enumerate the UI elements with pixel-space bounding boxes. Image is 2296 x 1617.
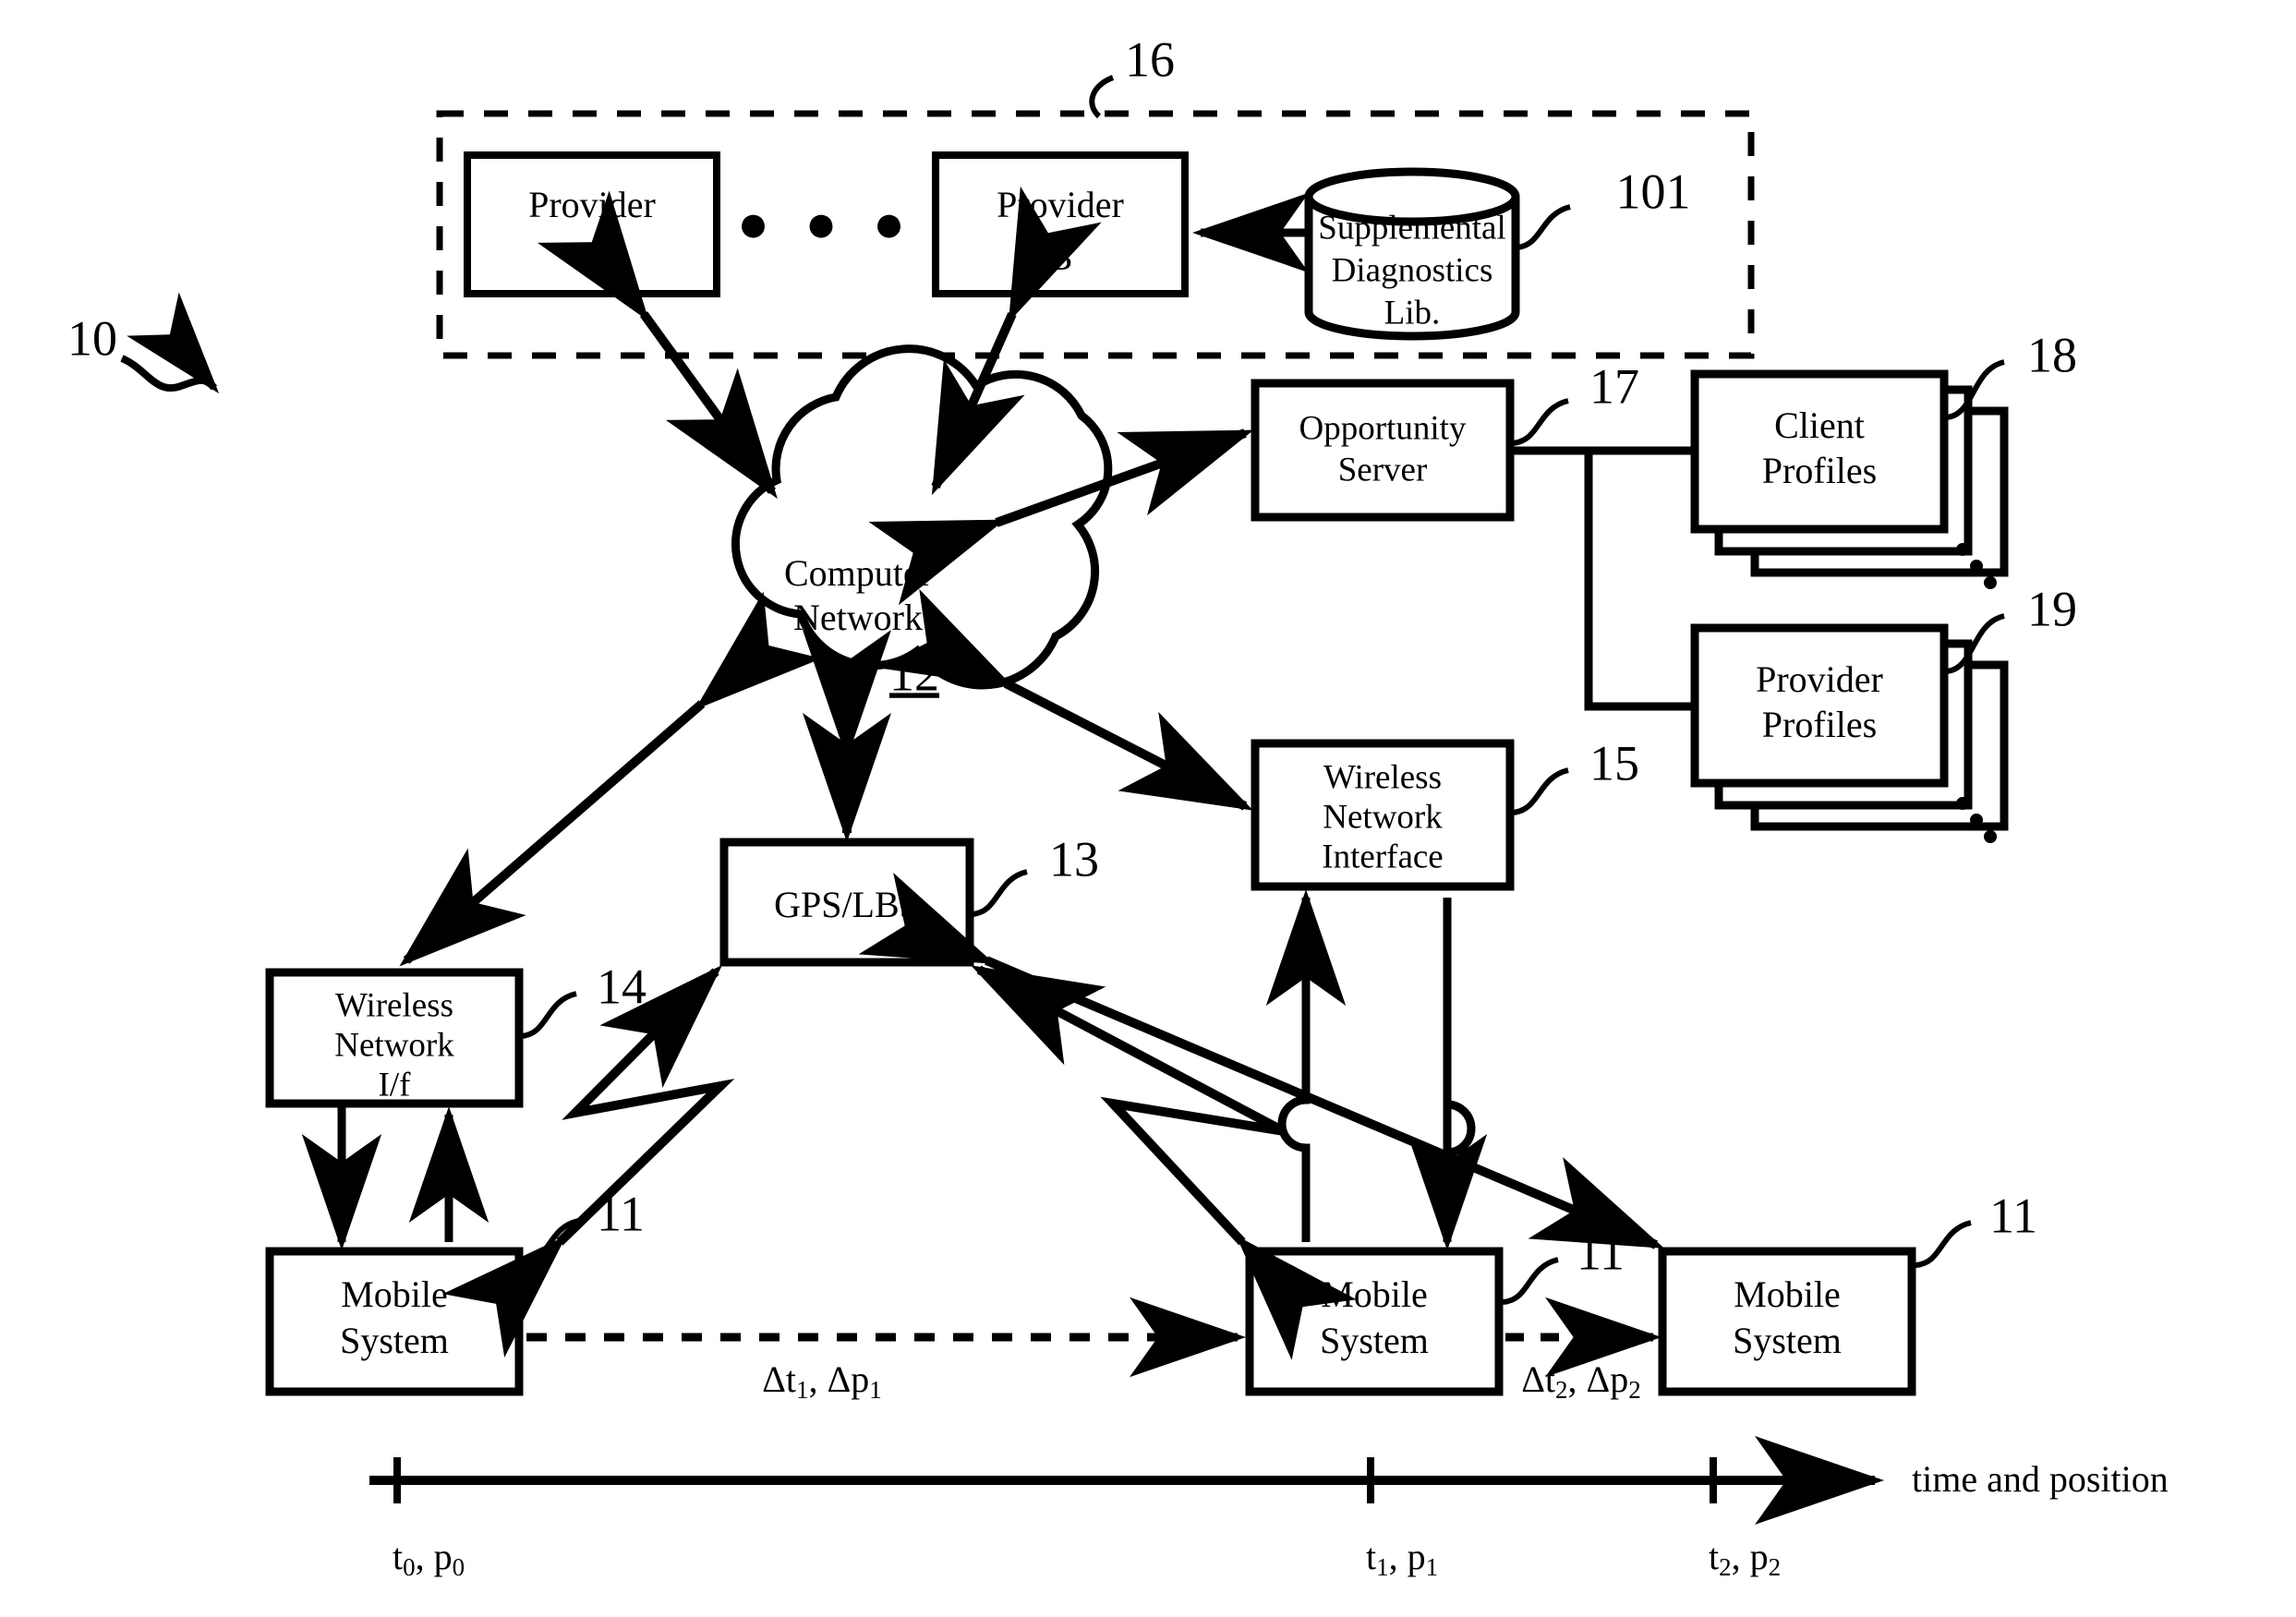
tick0-t: t: [393, 1536, 403, 1577]
opportunity-server-label-1: Opportunity: [1299, 409, 1467, 447]
provider-a-label-1: Provider: [528, 184, 656, 225]
delta-label-2: Δt2, Δp2: [1521, 1358, 1641, 1404]
patent-figure-canvas: 10 16 Provider A ● ● ● Provider B Supple…: [67, 31, 2169, 1581]
delta-label-1: Δt1, Δp1: [762, 1358, 882, 1404]
provider-ellipsis: ● ● ●: [737, 193, 916, 253]
provider-profiles-label-2: Profiles: [1762, 704, 1877, 745]
axis-tick-label-1: t1, p1: [1366, 1536, 1438, 1581]
delta2-t: Δt: [1521, 1358, 1555, 1400]
time-axis-caption: time and position: [1912, 1458, 2169, 1500]
tick0-tsub: 0: [403, 1553, 416, 1581]
leader-10-arrow: [120, 292, 220, 394]
provider-a-label-2: A: [579, 236, 606, 278]
tick1-psub: 1: [1426, 1553, 1439, 1581]
ref-16: 16: [1125, 31, 1175, 87]
delta2-t-sub: 2: [1555, 1376, 1568, 1404]
ref-13: 13: [1049, 831, 1099, 887]
edge-mobile2-to-wni: [1265, 889, 1347, 1242]
delta1-p-sub: 1: [869, 1376, 882, 1404]
wni-label-3: Interface: [1322, 838, 1443, 875]
tick1-tsub: 1: [1376, 1553, 1389, 1581]
ref-18: 18: [2027, 327, 2077, 382]
delta1-t: Δt: [762, 1358, 796, 1400]
tick2-tsub: 2: [1719, 1553, 1732, 1581]
ref-11-c: 11: [1989, 1188, 2037, 1243]
edge-mobile2-gps-lightning: [971, 965, 1357, 1360]
leader-15: [1511, 767, 1569, 815]
ref-101: 101: [1616, 163, 1691, 219]
supplemental-label-3: Lib.: [1384, 294, 1441, 332]
mobile-system-3-label-1: Mobile: [1734, 1273, 1841, 1315]
ref-14: 14: [597, 959, 647, 1014]
mobile-system-2-label-1: Mobile: [1321, 1273, 1428, 1315]
delta2-p: , Δp: [1568, 1358, 1629, 1400]
provider-b-label-1: Provider: [997, 184, 1124, 225]
leader-14: [520, 991, 577, 1039]
connector-opportunity-profiles: [1511, 446, 1695, 711]
tick0-p: , p: [416, 1536, 453, 1577]
tick1-p: , p: [1389, 1536, 1426, 1577]
axis-tick-label-2: t2, p2: [1709, 1536, 1781, 1581]
mobile-system-1-label-2: System: [340, 1320, 449, 1361]
leader-17: [1511, 398, 1569, 446]
provider-b-label-2: B: [1048, 236, 1073, 278]
edge-cloud-wnif-line: [399, 591, 822, 967]
tick2-p: , p: [1732, 1536, 1769, 1577]
opportunity-server-label-2: Server: [1338, 451, 1428, 489]
client-profiles-label-1: Client: [1774, 404, 1865, 446]
supplemental-label-2: Diagnostics: [1332, 251, 1493, 289]
tick1-t: t: [1366, 1536, 1376, 1577]
client-profiles-label-2: Profiles: [1762, 450, 1877, 491]
leader-11-c: [1915, 1220, 1972, 1268]
gps-lbs-label: GPS/LBS: [774, 884, 920, 925]
ref-15: 15: [1589, 735, 1639, 790]
edge-providera-cloud-line: [537, 190, 778, 500]
leader-13: [971, 869, 1028, 917]
ref-11-b: 11: [1577, 1225, 1625, 1280]
ref-11-a: 11: [597, 1186, 645, 1241]
provider-profiles-label-1: Provider: [1756, 658, 1883, 700]
supplemental-label-1: Supplemental: [1318, 209, 1505, 247]
cloud-ref-12: 12: [889, 646, 939, 701]
edge-gps-mobile3-line: [858, 872, 1665, 1249]
tick2-t: t: [1709, 1536, 1719, 1577]
axis-tick-label-0: t0, p0: [393, 1536, 465, 1581]
delta2-p-sub: 2: [1628, 1376, 1641, 1404]
delta1-t-sub: 1: [796, 1376, 809, 1404]
wnif-label-3: I/f: [379, 1066, 412, 1104]
wnif-label-1: Wireless: [335, 986, 453, 1024]
ref-17: 17: [1589, 358, 1639, 414]
figure-ref-10: 10: [67, 310, 117, 366]
leader-11-b: [1502, 1257, 1559, 1305]
wni-label-1: Wireless: [1323, 758, 1442, 796]
mobile-system-2-label-2: System: [1320, 1320, 1429, 1361]
mobile-system-3-label-2: System: [1733, 1320, 1842, 1361]
delta1-p: , Δp: [809, 1358, 870, 1400]
tick0-psub: 0: [453, 1553, 465, 1581]
tick2-psub: 2: [1769, 1553, 1782, 1581]
cloud-label-1: Computer: [784, 552, 932, 594]
edge-wni-to-mobile2: [1407, 898, 1488, 1250]
wnif-label-2: Network: [334, 1026, 454, 1064]
cloud-label-2: Network: [793, 597, 923, 638]
mobile-system-1-label-1: Mobile: [341, 1273, 448, 1315]
wni-label-2: Network: [1323, 798, 1443, 836]
edge-cloud-wni-line: [878, 588, 1253, 811]
ref-19: 19: [2027, 581, 2077, 636]
leader-101: [1517, 204, 1571, 250]
